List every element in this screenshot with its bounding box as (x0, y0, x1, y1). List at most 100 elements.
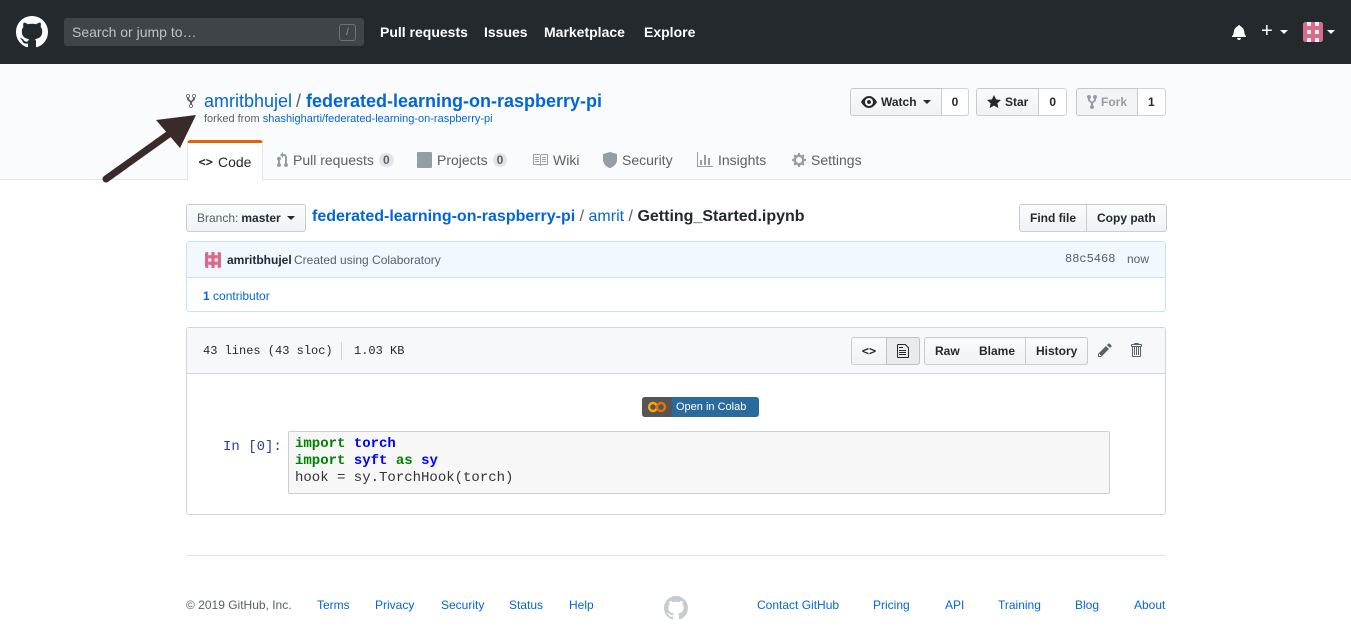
repo-forked-icon (1087, 94, 1097, 110)
cell-prompt: In [0]: (223, 439, 282, 455)
file-viewer: 43 lines (43 sloc) 1.03 KB <> Raw Blame … (186, 327, 1166, 515)
branch-select[interactable]: Branch: master (186, 204, 306, 232)
footer-link-status[interactable]: Status (509, 598, 543, 612)
tab-label: Code (217, 154, 252, 170)
star-button[interactable]: Star (976, 88, 1040, 116)
footer-link-blog[interactable]: Blog (1075, 598, 1099, 612)
footer-link-security[interactable]: Security (441, 598, 484, 612)
footer-link-api[interactable]: API (945, 598, 964, 612)
project-icon (417, 152, 432, 168)
tab-settings[interactable]: Settings (792, 140, 862, 180)
blame-button[interactable]: Blame (969, 337, 1027, 365)
breadcrumb-repo[interactable]: federated-learning-on-raspberry-pi (312, 208, 575, 225)
footer-link-pricing[interactable]: Pricing (873, 598, 910, 612)
branch-prefix: Branch: (197, 211, 239, 225)
divider (341, 342, 342, 360)
source-view-button[interactable]: <> (851, 337, 887, 365)
code-token: syft (353, 453, 388, 469)
file-lines: 43 lines (43 sloc) (203, 344, 333, 358)
avatar[interactable] (1303, 22, 1323, 42)
tab-label: Settings (811, 152, 862, 168)
footer-link-about[interactable]: About (1134, 598, 1165, 612)
search-input[interactable]: Search or jump to… / (64, 18, 364, 46)
footer-divider (186, 555, 1166, 556)
copyright: © 2019 GitHub, Inc. (186, 598, 292, 612)
repo-owner-link[interactable]: amritbhujel (204, 91, 292, 112)
tab-security[interactable]: Security (603, 140, 673, 180)
breadcrumb-dir[interactable]: amrit (589, 208, 625, 225)
code-line: import torch (295, 436, 1103, 453)
bell-icon[interactable] (1232, 24, 1247, 43)
footer-link-training[interactable]: Training (998, 598, 1041, 612)
nav-explore[interactable]: Explore (644, 24, 695, 40)
code-icon: <> (198, 155, 213, 169)
footer-link-help[interactable]: Help (569, 598, 594, 612)
code-line: import syft as sy (295, 453, 1103, 470)
github-mark-icon[interactable] (664, 596, 688, 623)
contributors-link[interactable]: 1 contributor (203, 289, 270, 303)
annotation-arrow (100, 112, 200, 187)
pencil-icon[interactable] (1098, 342, 1112, 361)
tab-wiki[interactable]: Wiki (532, 140, 579, 180)
search-placeholder: Search or jump to… (72, 24, 197, 40)
footer-link-privacy[interactable]: Privacy (375, 598, 414, 612)
search-shortcut-hint: / (339, 24, 356, 41)
commit-tease: amritbhujel Created using Colaboratory 8… (186, 241, 1166, 312)
github-logo-icon[interactable] (16, 16, 48, 48)
star-count[interactable]: 0 (1039, 88, 1068, 116)
fork-group: Fork 1 (1076, 88, 1166, 116)
raw-button[interactable]: Raw (924, 337, 971, 365)
watch-button[interactable]: Watch (850, 88, 942, 116)
tab-insights[interactable]: Insights (697, 140, 766, 180)
footer-link-contact[interactable]: Contact GitHub (757, 598, 839, 612)
chevron-down-icon[interactable] (1280, 30, 1288, 34)
find-file-button[interactable]: Find file (1019, 204, 1087, 232)
breadcrumb: federated-learning-on-raspberry-pi / amr… (312, 208, 805, 226)
trash-icon[interactable] (1130, 342, 1142, 361)
commit-author[interactable]: amritbhujel (227, 253, 292, 267)
commit-time: now (1127, 252, 1150, 266)
gear-icon (792, 153, 806, 167)
nav-marketplace[interactable]: Marketplace (544, 24, 625, 40)
watch-count[interactable]: 0 (941, 88, 970, 116)
forked-from-text: forked from shashigharti/federated-learn… (204, 113, 493, 125)
star-label: Star (1005, 95, 1029, 109)
fork-button[interactable]: Fork (1076, 88, 1139, 116)
code-token: hook = sy.TorchHook(torch) (295, 470, 514, 486)
tab-label: Insights (718, 152, 767, 168)
colab-badge-label: Open in Colab (672, 401, 747, 413)
fork-label: Fork (1101, 95, 1128, 109)
commit-message[interactable]: Created using Colaboratory (294, 253, 441, 267)
commit-sha[interactable]: 88c5468 (1065, 252, 1115, 266)
footer-link-terms[interactable]: Terms (317, 598, 350, 612)
tab-label: Pull requests (293, 152, 374, 168)
code-token: torch (353, 436, 396, 452)
code-token: sy (421, 453, 438, 469)
graph-icon (697, 152, 713, 167)
tab-label: Wiki (553, 152, 580, 168)
contributors-label: contributor (213, 289, 270, 303)
nav-pull-requests[interactable]: Pull requests (380, 24, 468, 40)
commit-header: amritbhujel Created using Colaboratory 8… (187, 242, 1165, 278)
tab-pull-requests[interactable]: Pull requests 0 (276, 140, 394, 180)
nav-issues[interactable]: Issues (484, 24, 528, 40)
forked-from-link[interactable]: shashigharti/federated-learning-on-raspb… (263, 113, 493, 125)
tab-label: Projects (437, 152, 488, 168)
history-button[interactable]: History (1026, 337, 1089, 365)
count-badge: 0 (378, 153, 394, 167)
open-in-colab-badge[interactable]: Open in Colab (642, 397, 759, 417)
plus-icon[interactable]: + (1261, 21, 1273, 41)
avatar[interactable] (205, 252, 221, 268)
tab-projects[interactable]: Projects 0 (417, 140, 508, 180)
fork-count[interactable]: 1 (1138, 88, 1166, 116)
repo-name-link[interactable]: federated-learning-on-raspberry-pi (306, 91, 602, 112)
rendered-view-button[interactable] (886, 337, 920, 365)
chevron-down-icon[interactable] (1327, 30, 1335, 34)
repo-forked-icon (186, 93, 196, 112)
breadcrumb-sep: / (579, 208, 585, 225)
copy-path-button[interactable]: Copy path (1087, 204, 1167, 232)
eye-icon (861, 96, 877, 108)
code-token: import (295, 453, 346, 469)
